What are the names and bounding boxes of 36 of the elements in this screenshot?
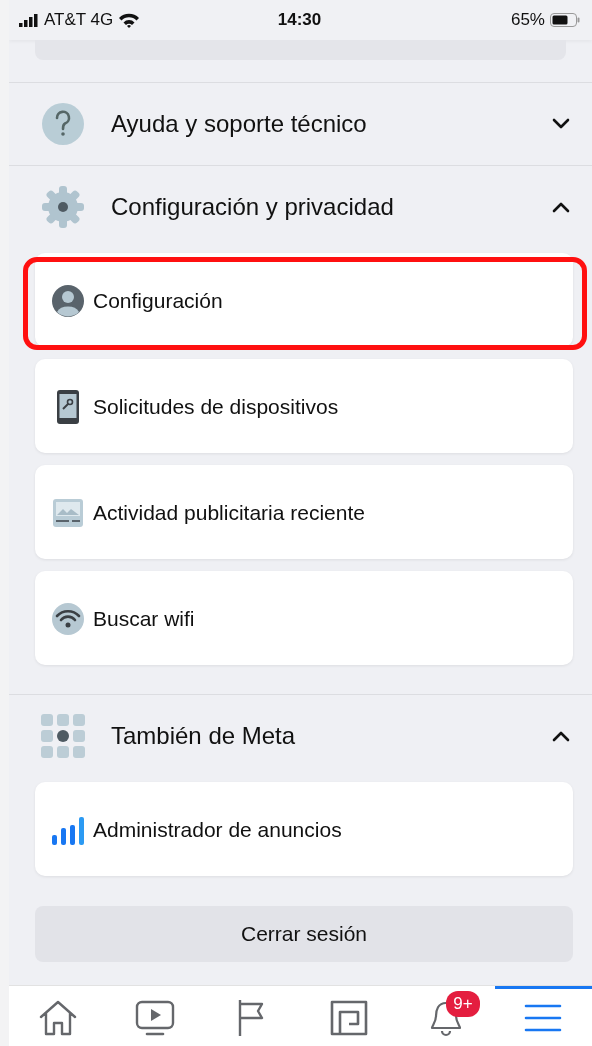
chevron-down-icon xyxy=(552,118,570,130)
section-title: Configuración y privacidad xyxy=(111,193,395,221)
tab-button[interactable]: 9+ xyxy=(397,986,495,1046)
wifi-icon xyxy=(51,602,85,636)
person-icon xyxy=(51,284,85,318)
menu-item-label: Actividad publicitaria reciente xyxy=(93,501,365,525)
logout-button[interactable]: Cerrar sesión xyxy=(35,906,573,962)
section-header[interactable]: Ayuda y soporte técnico xyxy=(9,83,592,165)
chevron-up-icon xyxy=(552,201,570,213)
signal-icon xyxy=(19,13,39,27)
section-title: Ayuda y soporte técnico xyxy=(111,110,368,138)
wifi-icon xyxy=(118,12,141,28)
chevron-up-icon xyxy=(552,730,570,742)
grid-icon xyxy=(41,714,85,758)
menu-item[interactable]: Configuración xyxy=(35,253,573,347)
menu-item[interactable]: Solicitudes de dispositivos xyxy=(35,359,573,453)
section-header[interactable]: También de Meta xyxy=(9,695,592,777)
home-icon xyxy=(37,998,78,1037)
video-icon xyxy=(134,998,175,1037)
menu-item-label: Buscar wifi xyxy=(93,607,195,631)
clock-time: 14:30 xyxy=(277,10,322,30)
menu-item[interactable]: Administrador de anuncios xyxy=(35,782,573,876)
menu-item[interactable]: Actividad publicitaria reciente xyxy=(35,465,573,559)
carrier-label: AT&T 4G xyxy=(44,10,114,30)
menu-item-label: Solicitudes de dispositivos xyxy=(93,395,339,419)
gear-icon xyxy=(41,185,85,229)
notification-badge: 9+ xyxy=(446,991,480,1017)
menu-item[interactable]: Buscar wifi xyxy=(35,571,573,665)
section-header[interactable]: Configuración y privacidad xyxy=(9,166,592,248)
screen-icon xyxy=(51,496,85,530)
battery-icon xyxy=(550,13,580,27)
menu-item-label: Administrador de anuncios xyxy=(93,818,342,842)
question-icon xyxy=(41,102,85,146)
menu-item-label: Configuración xyxy=(93,289,223,313)
battery-percentage: 65% xyxy=(510,10,545,30)
section-title: También de Meta xyxy=(111,722,297,750)
